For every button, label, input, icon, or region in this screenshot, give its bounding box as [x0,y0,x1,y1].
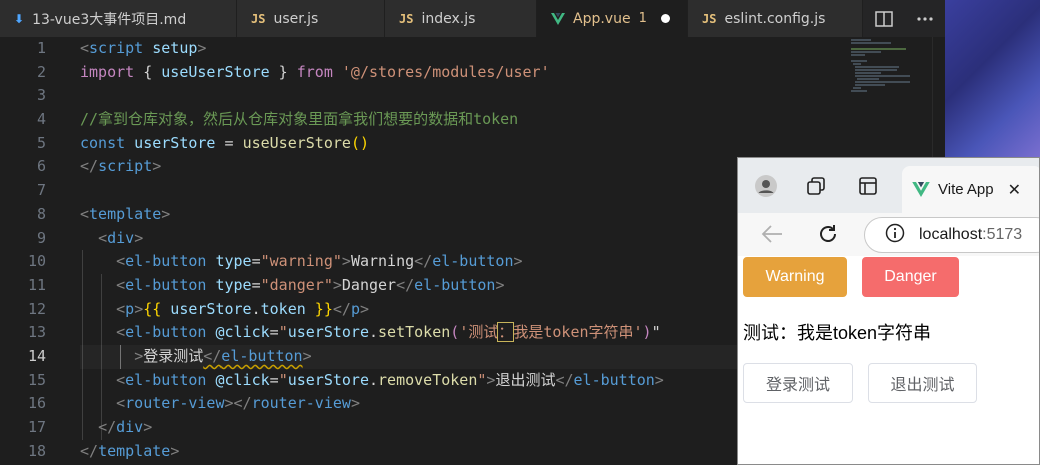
tab-label: App.vue [573,10,631,27]
line-number: 17 [27,418,46,436]
line-number: 4 [36,110,46,129]
site-info-icon[interactable] [885,223,905,247]
line-number: 18 [27,441,46,460]
code-line-2: import { useUserStore } from '@/stores/m… [80,62,550,81]
tab-actions-icon[interactable] [856,174,880,198]
tab-index-js[interactable]: JS index.js [385,0,537,37]
tab-eslint-config[interactable]: JS eslint.config.js [688,0,863,37]
desktop-wallpaper [945,0,1040,160]
browser-window: Vite App ✕ localhost:5173 Warning Danger… [737,157,1040,465]
code-line-4: //拿到仓库对象，然后从仓库对象里面拿我们想要的数据和token [80,110,519,129]
logout-test-button[interactable]: 退出测试 [868,363,977,403]
tab-label: 13-vue3大事件项目.md [32,11,187,28]
url-port: :5173 [982,226,1023,243]
js-icon: JS [399,11,414,26]
tab-user-js[interactable]: JS user.js [237,0,385,37]
close-tab-icon[interactable]: ✕ [1008,180,1021,199]
tab-label: index.js [421,10,476,27]
tab-app-vue[interactable]: App.vue 1 [537,0,688,37]
line-number: 15 [27,370,46,389]
highlighted-char: ： [497,322,515,343]
line-number: 7 [36,181,46,200]
line-number: 5 [36,133,46,152]
browser-tab-vite-app[interactable]: Vite App ✕ [902,166,1039,213]
vue-favicon-icon [912,182,930,197]
line-number: 16 [27,394,46,413]
js-icon: JS [251,11,266,26]
line-number: 8 [36,204,46,223]
line-number-current: 14 [27,346,46,365]
line-number: 9 [36,228,46,247]
split-editor-icon[interactable] [874,10,893,27]
address-bar[interactable]: localhost:5173 [864,217,1039,253]
tab-readme-md[interactable]: ⬇ 13-vue3大事件项目.md [0,0,237,37]
code-line-5: const userStore = useUserStore() [80,133,369,152]
vue-icon [551,12,565,25]
token-paragraph: 测试：我是token字符串 [743,323,932,343]
editor-tab-bar: ⬇ 13-vue3大事件项目.md JS user.js JS index.js… [0,0,945,37]
markdown-icon: ⬇ [14,11,25,26]
danger-button[interactable]: Danger [862,257,959,297]
refresh-icon[interactable] [816,222,840,250]
unsaved-dot-icon[interactable] [660,14,670,23]
warning-button[interactable]: Warning [743,257,847,297]
line-number-gutter: 1 2 3 4 5 6 7 8 9 10 11 12 13 14 15 16 1… [0,37,60,463]
js-icon: JS [702,11,717,26]
profile-avatar-icon[interactable] [754,174,778,198]
line-number: 3 [36,86,46,105]
browser-toolbar: localhost:5173 [738,213,1039,256]
problem-count-badge: 1 [638,11,647,26]
workspaces-icon[interactable] [804,174,828,198]
line-number: 12 [27,299,46,318]
code-line-1: <script setup> [80,39,207,57]
line-number: 13 [27,323,46,342]
line-number: 6 [36,157,46,176]
url-host: localhost [919,226,983,243]
line-number: 2 [36,62,46,81]
minimap[interactable] [845,37,915,107]
line-number: 10 [27,252,46,271]
back-arrow-icon[interactable] [760,223,784,249]
address-url[interactable]: localhost:5173 [919,226,1022,244]
tab-label: user.js [273,10,319,27]
login-test-button[interactable]: 登录测试 [743,363,853,403]
more-actions-icon[interactable] [916,16,934,22]
line-number: 11 [27,275,46,294]
browser-tab-strip: Vite App ✕ [738,158,1039,213]
browser-tab-title: Vite App [938,181,994,198]
line-number: 1 [36,39,46,57]
tab-actions [863,0,945,37]
tab-label: eslint.config.js [724,10,826,27]
page-content: Warning Danger 测试：我是token字符串 登录测试 退出测试 [738,256,1039,464]
